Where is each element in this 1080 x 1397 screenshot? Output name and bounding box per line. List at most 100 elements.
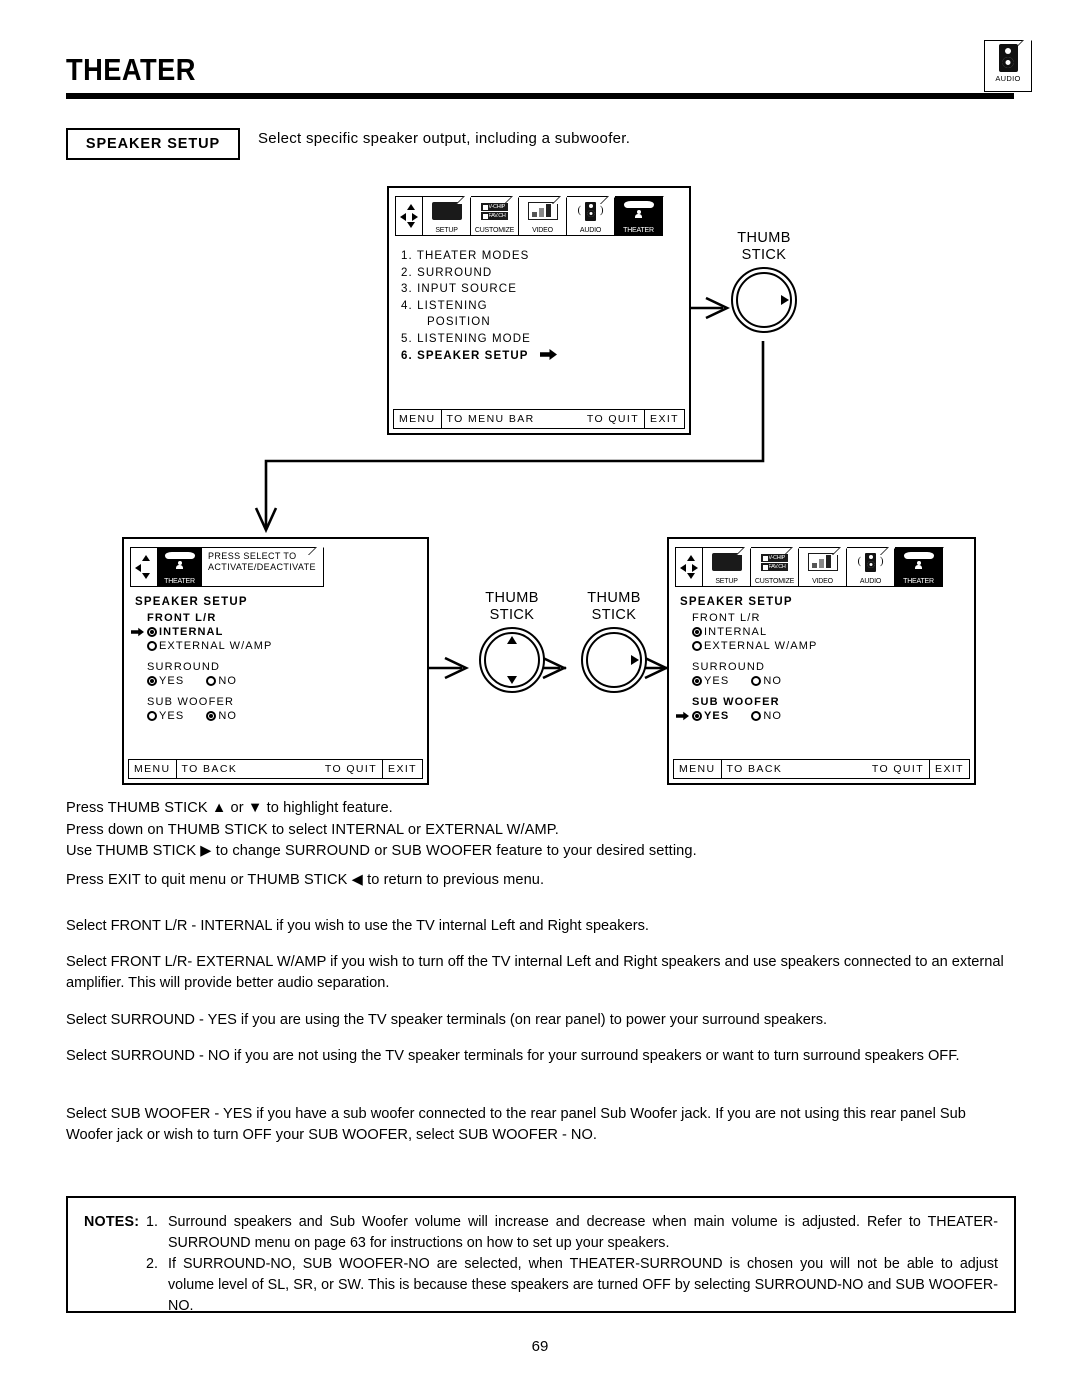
menu-item-listening[interactable]: 4. LISTENING: [401, 298, 557, 315]
footer-exit-button[interactable]: EXIT: [383, 760, 422, 778]
menu-tab-label: THEATER: [903, 577, 934, 585]
radio-subwoofer-no[interactable]: [751, 711, 762, 721]
paragraph-surround-yes: Select SURROUND - YES if you are using t…: [66, 1012, 828, 1028]
group-surround: SURROUND YES NO: [135, 661, 272, 687]
radio-surround-yes[interactable]: [692, 676, 702, 686]
osd-menu-bar[interactable]: SETUP V-CHIP FAV.CH CUSTOMIZE VIDEO () A…: [395, 193, 664, 236]
option-subwoofer-no[interactable]: NO: [751, 710, 782, 722]
note-number: 2.: [146, 1256, 158, 1272]
group-label: FRONT L/R: [147, 612, 217, 624]
cursor-arrow-icon: [676, 711, 689, 722]
audio-speaker-icon: [998, 44, 1018, 72]
menu-item-listening-mode[interactable]: 5. LISTENING MODE: [401, 331, 557, 348]
menu-tab-audio[interactable]: () AUDIO: [847, 546, 896, 587]
footer-hint-right: TO QUIT: [324, 763, 378, 775]
radio-subwoofer-no[interactable]: [206, 711, 217, 721]
radio-surround-no[interactable]: [751, 676, 762, 686]
note-text: Surround speakers and Sub Woofer volume …: [168, 1214, 998, 1251]
option-surround-yes[interactable]: YES: [692, 675, 729, 687]
surround-options[interactable]: YES NO: [692, 675, 817, 687]
v-chip-label: V-CHIP: [761, 553, 788, 563]
option-surround-no[interactable]: NO: [751, 675, 782, 687]
thumb-stick-top: THUMB STICK: [714, 230, 814, 333]
thumb-stick-dial-icon[interactable]: [731, 267, 797, 333]
menu-tab-customize[interactable]: V-CHIP FAV.CH CUSTOMIZE: [751, 546, 800, 587]
option-subwoofer-yes[interactable]: YES: [692, 710, 729, 722]
osd-menu-bar[interactable]: SETUP V-CHIP FAV.CH CUSTOMIZE VIDEO () A…: [675, 544, 944, 587]
thumb-stick-dial-icon[interactable]: [581, 627, 647, 693]
sub-woofer-options[interactable]: YES NO: [147, 710, 272, 722]
menu-tab-label: VIDEO: [812, 577, 833, 585]
v-chip-label: V-CHIP: [481, 202, 508, 212]
group-label: SUB WOOFER: [147, 696, 235, 708]
option-label: NO: [763, 675, 783, 687]
cursor-arrow-icon: [131, 627, 144, 638]
note-number: 1.: [146, 1214, 158, 1230]
osd-speaker-setup-subwoofer[interactable]: SETUP V-CHIP FAV.CH CUSTOMIZE VIDEO () A…: [667, 537, 976, 785]
menu-tab-label: THEATER: [164, 577, 195, 585]
radio-subwoofer-yes[interactable]: [692, 711, 702, 721]
radio-internal[interactable]: [692, 627, 702, 637]
menu-item-input-source[interactable]: 3. INPUT SOURCE: [401, 281, 557, 298]
osd-footer-bar[interactable]: MENU TO BACK TO QUIT EXIT: [128, 759, 423, 779]
paragraph-front-lr-external: Select FRONT L/R- EXTERNAL W/AMP if you …: [66, 954, 1004, 991]
thumb-stick-label-line1: THUMB: [485, 590, 539, 606]
footer-hint-left: TO BACK: [181, 763, 238, 775]
radio-surround-no[interactable]: [206, 676, 217, 686]
menu-item-surround[interactable]: 2. SURROUND: [401, 265, 557, 282]
menu-tab-video[interactable]: VIDEO: [799, 546, 848, 587]
menu-tab-audio[interactable]: () AUDIO: [567, 195, 616, 236]
osd-theater-menu[interactable]: SETUP V-CHIP FAV.CH CUSTOMIZE VIDEO () A…: [387, 186, 691, 435]
menu-tab-theater[interactable]: THEATER: [158, 547, 202, 587]
option-external-wamp[interactable]: EXTERNAL W/AMP: [147, 640, 272, 652]
radio-external-wamp[interactable]: [147, 641, 157, 651]
menu-item-speaker-setup[interactable]: 6. SPEAKER SETUP: [401, 348, 557, 366]
option-surround-yes[interactable]: YES: [147, 675, 184, 687]
osd-footer-bar[interactable]: MENU TO MENU BAR TO QUIT EXIT: [393, 409, 685, 429]
osd-menu-bar[interactable]: THEATER PRESS SELECT TO ACTIVATE/DEACTIV…: [130, 544, 325, 587]
menu-tab-customize[interactable]: V-CHIP FAV.CH CUSTOMIZE: [471, 195, 520, 236]
radio-subwoofer-yes[interactable]: [147, 711, 157, 721]
footer-exit-button[interactable]: EXIT: [930, 760, 969, 778]
option-internal[interactable]: INTERNAL: [131, 626, 272, 638]
thumb-stick-dial-icon[interactable]: [479, 627, 545, 693]
footer-menu-button[interactable]: MENU: [674, 760, 722, 778]
osd-speaker-setup-front[interactable]: THEATER PRESS SELECT TO ACTIVATE/DEACTIV…: [122, 537, 429, 785]
surround-options[interactable]: YES NO: [147, 675, 272, 687]
footer-menu-button[interactable]: MENU: [129, 760, 177, 778]
footer-menu-button[interactable]: MENU: [394, 410, 442, 428]
menu-tab-setup[interactable]: SETUP: [703, 546, 752, 587]
menu-tab-theater[interactable]: THEATER: [615, 195, 664, 236]
group-surround: SURROUND YES NO: [680, 661, 817, 687]
radio-internal[interactable]: [147, 627, 157, 637]
osd-footer-bar[interactable]: MENU TO BACK TO QUIT EXIT: [673, 759, 970, 779]
menu-tab-setup[interactable]: SETUP: [423, 195, 472, 236]
osd-hint-line2: ACTIVATE/DEACTIVATE: [208, 562, 316, 572]
option-subwoofer-no[interactable]: NO: [206, 710, 237, 722]
option-subwoofer-yes[interactable]: YES: [147, 710, 184, 722]
thumb-stick-label-line2: STICK: [741, 247, 787, 263]
radio-external-wamp[interactable]: [692, 641, 702, 651]
fav-ch-label: FAV.CH: [481, 211, 508, 221]
instruction-line-1: Press THUMB STICK ▲ or ▼ to highlight fe…: [66, 800, 393, 816]
navpad-icon: [675, 547, 703, 587]
option-external-wamp[interactable]: EXTERNAL W/AMP: [692, 640, 817, 652]
menu-tab-theater[interactable]: THEATER: [895, 546, 944, 587]
menu-tab-label: SETUP: [435, 226, 458, 234]
theater-icon: [615, 197, 662, 226]
menu-tab-label: AUDIO: [579, 226, 602, 234]
note-text: If SURROUND-NO, SUB WOOFER-NO are select…: [168, 1256, 998, 1314]
theater-menu-list[interactable]: 1. THEATER MODES 2. SURROUND 3. INPUT SO…: [401, 248, 557, 365]
speaker-setup-body: SPEAKER SETUP FRONT L/R INTERNAL EXTERNA…: [676, 596, 817, 722]
menu-item-listening-position[interactable]: POSITION: [401, 314, 557, 331]
option-surround-no[interactable]: NO: [206, 675, 237, 687]
sub-woofer-options[interactable]: YES NO: [676, 710, 817, 722]
fav-ch-label: FAV.CH: [761, 562, 788, 572]
menu-tab-video[interactable]: VIDEO: [519, 195, 568, 236]
menu-item-theater-modes[interactable]: 1. THEATER MODES: [401, 248, 557, 265]
option-internal[interactable]: INTERNAL: [692, 626, 817, 638]
option-label: YES: [159, 675, 185, 687]
osd-hint-box: PRESS SELECT TO ACTIVATE/DEACTIVATE: [202, 546, 325, 587]
radio-surround-yes[interactable]: [147, 676, 157, 686]
footer-exit-button[interactable]: EXIT: [645, 410, 684, 428]
